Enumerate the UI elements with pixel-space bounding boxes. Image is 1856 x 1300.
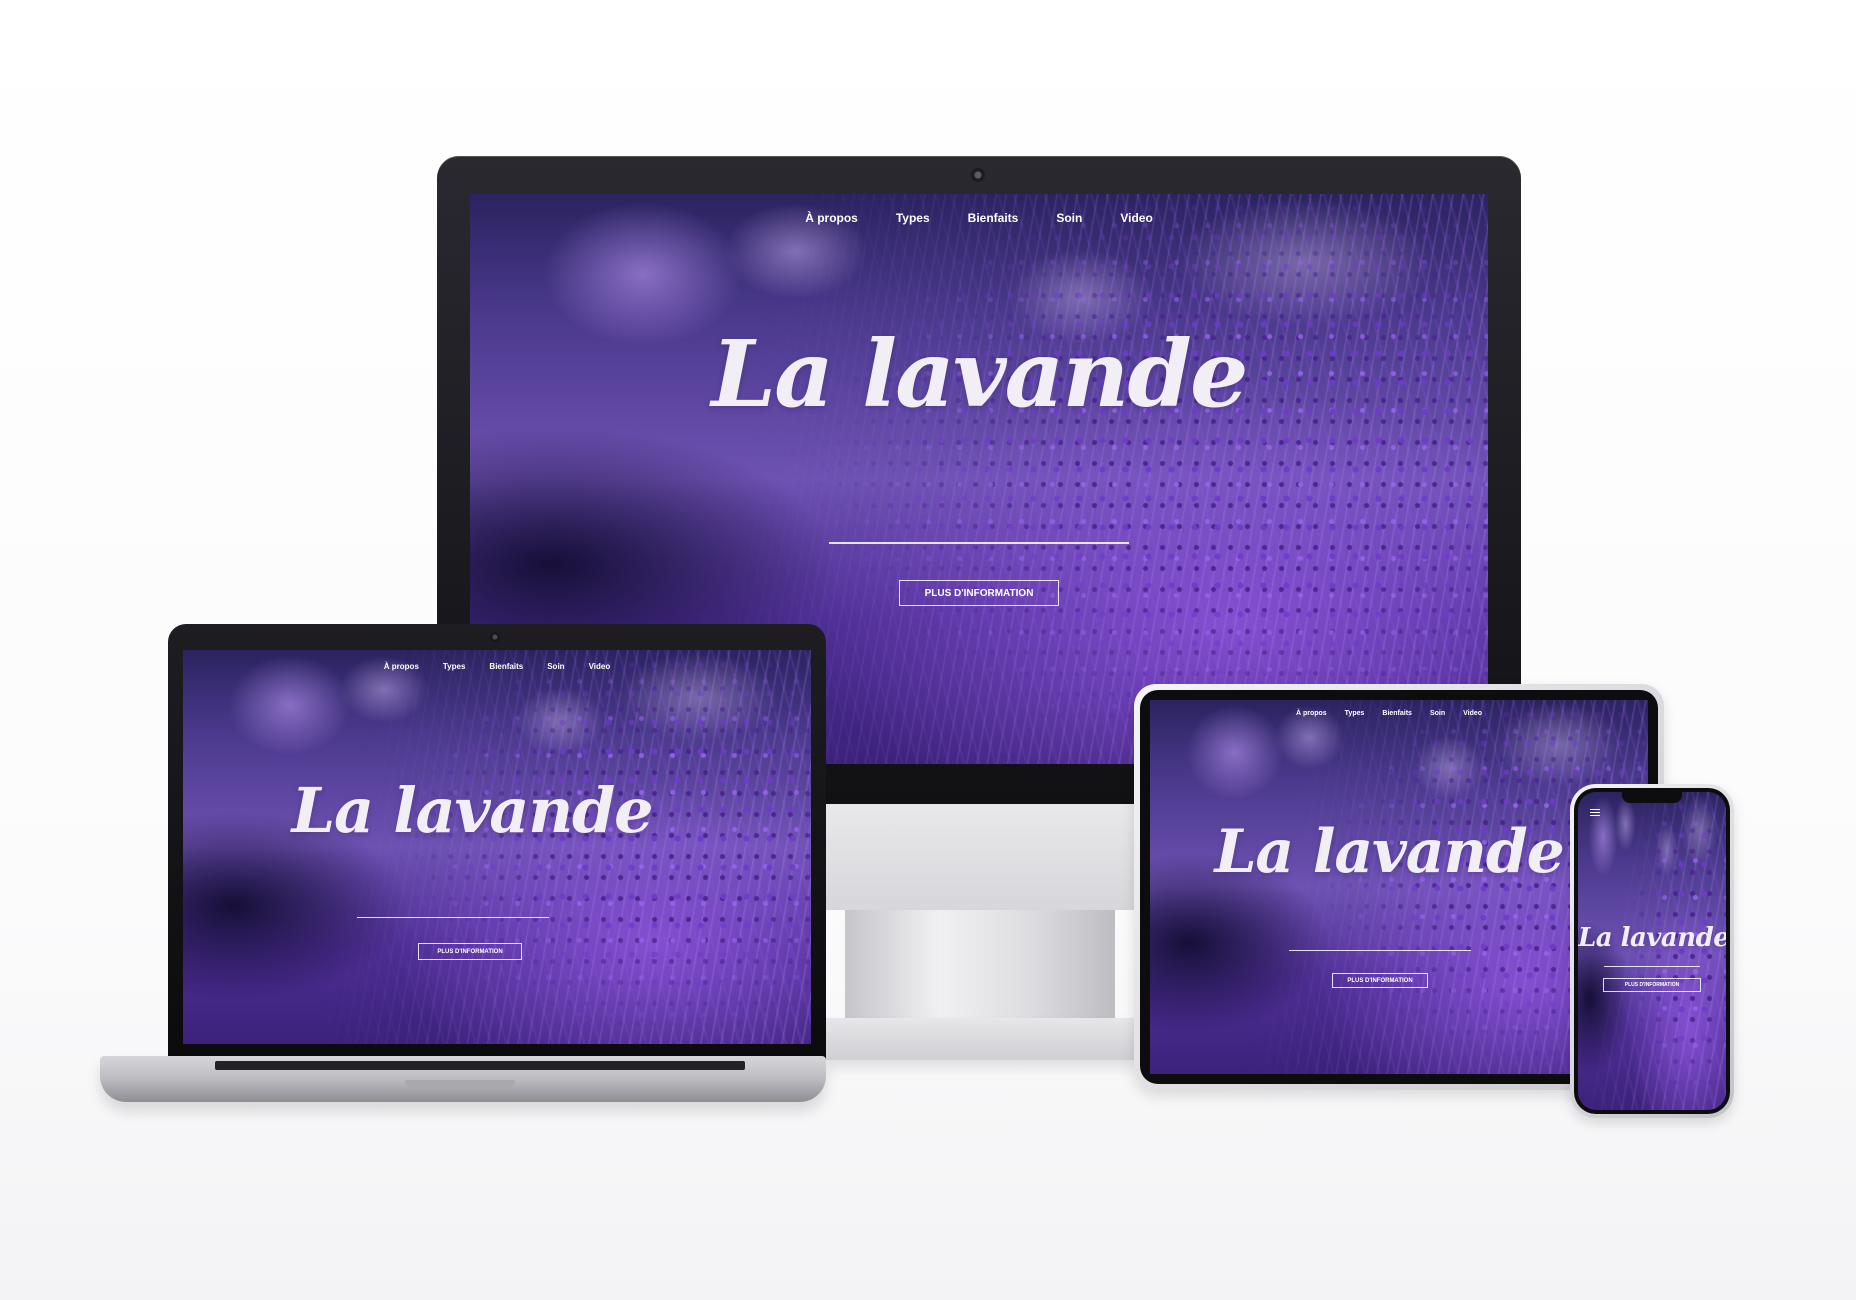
hero-divider [1289,950,1471,951]
laptop-screen: À propos Types Bienfaits Soin Video La l… [183,650,811,1044]
nav-item-types[interactable]: Types [896,211,930,225]
nav-item-types[interactable]: Types [443,662,466,671]
hero-divider [829,542,1129,544]
hero-title: La lavande [711,320,1248,428]
laptop-keyboard-strip [215,1061,745,1070]
nav-item-video[interactable]: Video [1463,710,1482,717]
laptop-opening-notch [405,1080,515,1088]
laptop-nav: À propos Types Bienfaits Soin Video [183,662,811,671]
nav-item-soin[interactable]: Soin [1430,710,1445,717]
nav-item-video[interactable]: Video [589,662,611,671]
nav-item-types[interactable]: Types [1345,710,1365,717]
desktop-webcam [971,168,985,182]
nav-item-a-propos[interactable]: À propos [1296,710,1327,717]
desktop-stand-base [820,1018,1140,1060]
hero-divider [357,917,549,918]
hero-title: La lavande [291,774,654,847]
nav-item-bienfaits[interactable]: Bienfaits [1382,710,1412,717]
phone-notch [1622,792,1682,803]
phone-screen: La lavande PLUS D'INFORMATION [1578,792,1726,1110]
hamburger-menu-icon[interactable] [1590,809,1600,816]
nav-item-bienfaits[interactable]: Bienfaits [968,211,1019,225]
nav-item-bienfaits[interactable]: Bienfaits [489,662,523,671]
hero-title: La lavande [1578,923,1726,953]
nav-item-soin[interactable]: Soin [1056,211,1082,225]
nav-item-a-propos[interactable]: À propos [384,662,419,671]
nav-item-soin[interactable]: Soin [547,662,564,671]
nav-item-video[interactable]: Video [1120,211,1152,225]
nav-item-a-propos[interactable]: À propos [805,211,858,225]
more-info-button[interactable]: PLUS D'INFORMATION [418,943,522,960]
tablet-nav: À propos Types Bienfaits Soin Video [1150,710,1648,717]
more-info-button[interactable]: PLUS D'INFORMATION [899,580,1059,606]
hero-divider [1604,966,1700,967]
laptop-webcam [490,632,500,642]
more-info-button[interactable]: PLUS D'INFORMATION [1603,978,1701,992]
desktop-chin [825,800,1135,910]
desktop-stand [845,905,1115,1025]
desktop-nav: À propos Types Bienfaits Soin Video [470,211,1488,225]
more-info-button[interactable]: PLUS D'INFORMATION [1332,973,1428,988]
